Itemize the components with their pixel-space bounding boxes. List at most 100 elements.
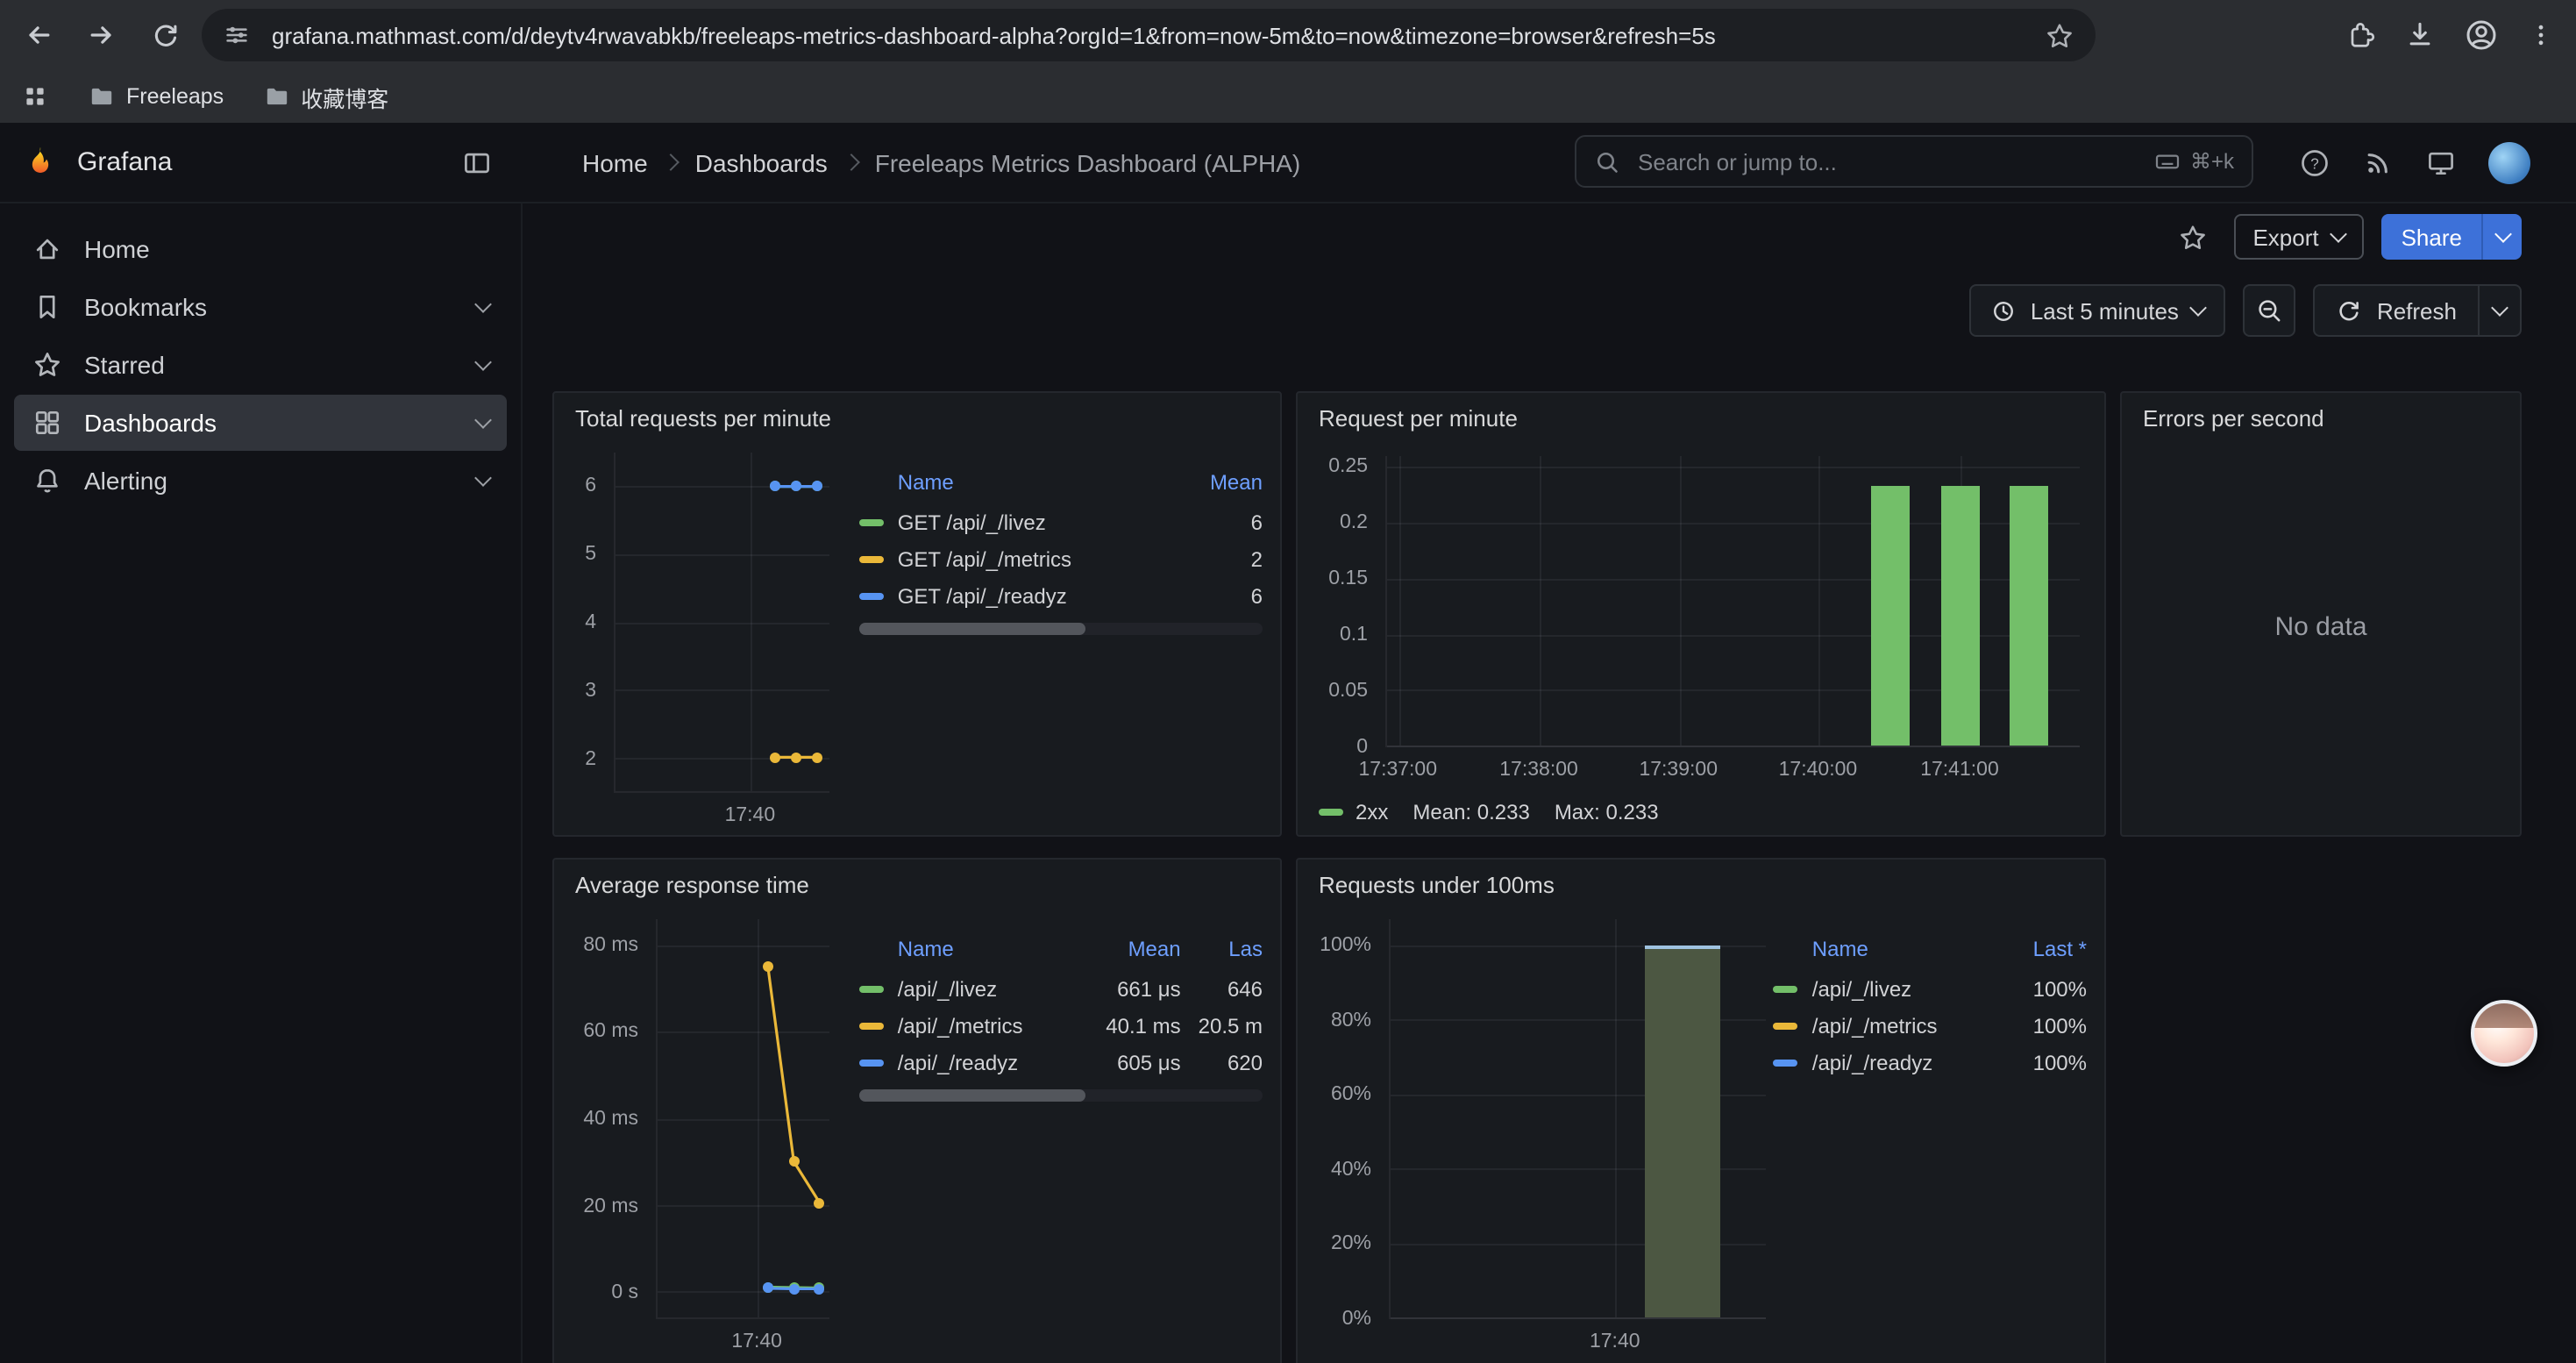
plot-area[interactable] — [656, 919, 830, 1319]
legend-scrollbar[interactable] — [859, 623, 1263, 635]
rss-icon[interactable] — [2362, 146, 2394, 178]
data-point[interactable] — [812, 482, 822, 492]
data-point[interactable] — [788, 1156, 799, 1167]
chart-bar[interactable] — [2010, 486, 2048, 746]
panel-title-bar[interactable]: Errors per second — [2122, 393, 2520, 442]
browser-profile-icon[interactable] — [2464, 18, 2499, 53]
sidebar-item-dashboards[interactable]: Dashboards — [14, 395, 507, 451]
browser-menu-icon[interactable] — [2527, 21, 2555, 49]
data-point[interactable] — [763, 1283, 773, 1294]
chart-bar[interactable] — [1646, 946, 1721, 1317]
data-point[interactable] — [788, 1283, 799, 1294]
search-box[interactable]: ⌘+k — [1575, 135, 2253, 188]
data-point[interactable] — [790, 482, 801, 492]
favorite-star-button[interactable] — [2170, 214, 2216, 260]
panel-title-bar[interactable]: Request per minute — [1298, 393, 2104, 442]
series-name[interactable]: GET /api/_/metrics — [898, 546, 1071, 571]
bookmark-item[interactable]: Freeleaps — [74, 77, 238, 116]
no-data-message: No data — [2132, 453, 2509, 800]
address-bar[interactable] — [202, 9, 2096, 61]
share-button[interactable]: Share — [2382, 214, 2522, 260]
share-button-label[interactable]: Share — [2382, 214, 2481, 260]
mega-menu-toggle[interactable] — [452, 139, 502, 188]
chevron-down-icon — [2491, 299, 2508, 317]
export-button[interactable]: Export — [2233, 214, 2364, 260]
legend-value: 20.5 m — [1181, 1007, 1263, 1044]
sidebar-item-home[interactable]: Home — [14, 221, 507, 277]
data-point[interactable] — [763, 961, 773, 972]
chevron-down-icon[interactable] — [474, 353, 492, 371]
back-button[interactable] — [14, 11, 63, 60]
grafana-logo[interactable] — [21, 143, 60, 182]
legend-column-header[interactable]: Mean — [1088, 933, 1180, 970]
plot-area[interactable] — [614, 453, 830, 793]
line-series — [658, 919, 830, 1317]
scrollbar-thumb[interactable] — [859, 623, 1085, 635]
legend-column-header[interactable]: Las — [1181, 933, 1263, 970]
bookmark-item[interactable]: 收藏博客 — [248, 75, 402, 118]
legend-column-header[interactable]: Last * — [2016, 933, 2087, 970]
series-name[interactable]: GET /api/_/readyz — [898, 583, 1067, 608]
panel-title-bar[interactable]: Requests under 100ms — [1298, 860, 2104, 909]
floating-assistant-avatar[interactable] — [2471, 1000, 2537, 1067]
series-name[interactable]: /api/_/readyz — [898, 1050, 1018, 1074]
legend-scrollbar[interactable] — [859, 1089, 1263, 1102]
legend-column-header[interactable]: Name — [859, 467, 1192, 503]
legend-column-header[interactable]: Name — [859, 933, 1089, 970]
panel-title-bar[interactable]: Average response time — [554, 860, 1280, 909]
sidebar-item-bookmarks[interactable]: Bookmarks — [14, 279, 507, 335]
forward-button[interactable] — [77, 11, 126, 60]
breadcrumb-home[interactable]: Home — [582, 148, 648, 176]
legend-column-header[interactable]: Mean — [1192, 467, 1263, 503]
legend-column-header[interactable]: Name — [1774, 933, 2016, 970]
share-menu-caret[interactable] — [2481, 214, 2522, 260]
bookmark-star-icon[interactable] — [2045, 20, 2074, 50]
plot-area[interactable] — [1385, 456, 2080, 747]
data-point[interactable] — [815, 1283, 825, 1294]
series-name[interactable]: /api/_/livez — [1812, 976, 1911, 1001]
zoom-out-button[interactable] — [2244, 284, 2296, 337]
grafana-brand[interactable]: Grafana — [77, 147, 172, 177]
series-name[interactable]: /api/_/metrics — [1812, 1013, 1938, 1038]
sidebar-item-alerting[interactable]: Alerting — [14, 453, 507, 509]
series-name[interactable]: /api/_/livez — [898, 976, 997, 1001]
chevron-down-icon[interactable] — [474, 411, 492, 429]
series-name[interactable]: /api/_/readyz — [1812, 1050, 1932, 1074]
data-point[interactable] — [769, 482, 779, 492]
scrollbar-thumb[interactable] — [859, 1089, 1085, 1102]
x-axis-label: 17:40:00 — [1779, 760, 1858, 781]
home-icon — [32, 233, 63, 265]
series-name[interactable]: /api/_/metrics — [898, 1013, 1023, 1038]
apps-grid-icon[interactable] — [21, 82, 49, 111]
search-input[interactable] — [1634, 146, 2139, 176]
extensions-icon[interactable] — [2345, 19, 2376, 51]
url-input[interactable] — [268, 20, 2045, 50]
help-icon[interactable]: ? — [2299, 146, 2330, 178]
monitor-icon[interactable] — [2425, 146, 2457, 178]
panel-title-bar[interactable]: Total requests per minute — [554, 393, 1280, 442]
site-settings-icon[interactable] — [223, 21, 251, 49]
data-point[interactable] — [812, 752, 822, 762]
data-point[interactable] — [815, 1197, 825, 1208]
refresh-interval-caret[interactable] — [2478, 286, 2520, 335]
y-axis-label: 5 — [585, 544, 596, 565]
sidebar-item-starred[interactable]: Starred — [14, 337, 507, 393]
chevron-down-icon[interactable] — [474, 296, 492, 313]
series-name[interactable]: GET /api/_/livez — [898, 510, 1046, 534]
user-avatar[interactable] — [2488, 141, 2530, 183]
y-axis-label: 3 — [585, 681, 596, 702]
time-range-picker[interactable]: Last 5 minutes — [1969, 284, 2226, 337]
reload-button[interactable] — [140, 11, 189, 60]
y-axis-label: 20 ms — [583, 1195, 638, 1217]
plot-area[interactable] — [1389, 919, 1766, 1319]
refresh-button[interactable]: Refresh — [2316, 286, 2478, 335]
chevron-down-icon[interactable] — [474, 469, 492, 487]
breadcrumb-dashboards[interactable]: Dashboards — [695, 148, 828, 176]
chart-bar[interactable] — [1871, 486, 1909, 746]
downloads-icon[interactable] — [2404, 19, 2436, 51]
chart-bar[interactable] — [1941, 486, 1979, 746]
series-color-dash — [859, 1022, 884, 1029]
legend-series[interactable]: 2xx — [1319, 800, 1388, 824]
data-point[interactable] — [769, 752, 779, 762]
data-point[interactable] — [790, 752, 801, 762]
